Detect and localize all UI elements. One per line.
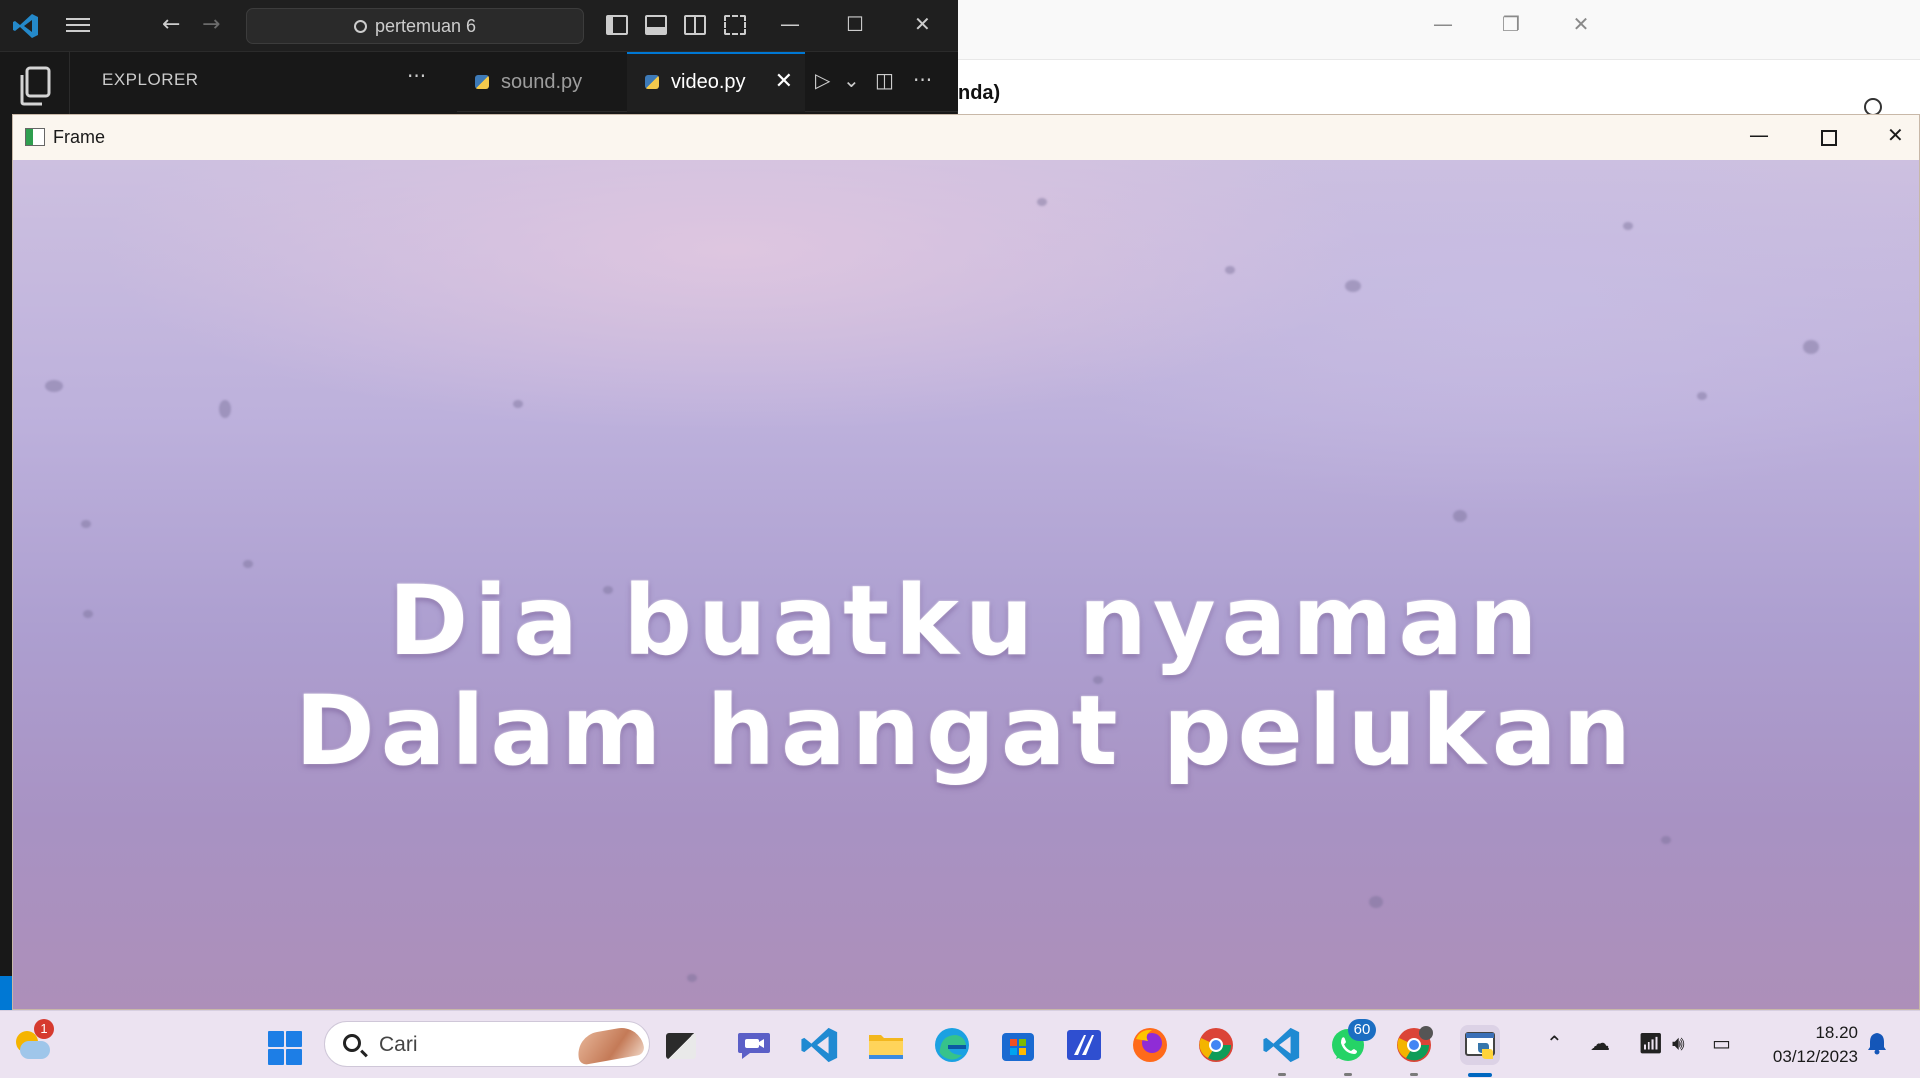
close-icon[interactable]: ✕ bbox=[1887, 123, 1904, 147]
volume-icon[interactable]: 🔊︎ bbox=[1672, 1031, 1685, 1055]
close-icon[interactable]: ✕ bbox=[1558, 8, 1604, 40]
unread-count-badge: 60 bbox=[1348, 1019, 1376, 1041]
windows-start-icon[interactable] bbox=[268, 1031, 302, 1065]
restore-icon[interactable]: ❐ bbox=[1488, 8, 1534, 40]
search-highlight-image bbox=[574, 1024, 646, 1066]
chrome-icon[interactable] bbox=[1196, 1025, 1236, 1065]
running-indicator bbox=[1278, 1073, 1286, 1076]
search-icon bbox=[343, 1034, 361, 1052]
notification-bell-icon[interactable] bbox=[1866, 1031, 1888, 1055]
run-dropdown-icon[interactable]: ⌄ bbox=[843, 68, 860, 92]
back-arrow-icon[interactable]: ← bbox=[162, 12, 180, 37]
frame-titlebar: Frame — ✕ bbox=[13, 115, 1919, 160]
ai-app-icon[interactable] bbox=[1064, 1025, 1104, 1065]
frame-window: Frame — ✕ Dia buatku nyaman Dalam hangat… bbox=[12, 114, 1920, 1010]
microsoft-store-icon[interactable] bbox=[998, 1025, 1038, 1065]
toggle-secondary-sidebar-icon[interactable] bbox=[684, 15, 706, 35]
minimize-icon[interactable]: — bbox=[780, 12, 800, 36]
file-explorer-icon[interactable] bbox=[866, 1025, 906, 1065]
explorer-files-icon[interactable] bbox=[18, 66, 52, 106]
background-window: — ❐ ✕ nda) bbox=[958, 0, 1920, 116]
firefox-icon[interactable] bbox=[1130, 1025, 1170, 1065]
explorer-title: EXPLORER bbox=[102, 70, 199, 89]
vscode-icon[interactable] bbox=[1262, 1025, 1302, 1076]
python-file-icon bbox=[475, 75, 489, 89]
frame-title: Frame bbox=[53, 127, 106, 147]
chrome-profile-icon[interactable] bbox=[1394, 1025, 1434, 1076]
system-clock[interactable]: 18.20 03/12/2023 bbox=[1752, 1021, 1858, 1069]
workspace-name: pertemuan 6 bbox=[374, 16, 477, 36]
maximize-icon[interactable]: ☐ bbox=[846, 12, 864, 36]
minimize-icon[interactable]: — bbox=[1420, 8, 1466, 40]
background-window-titlebar: — ❐ ✕ bbox=[958, 0, 1920, 60]
tab-label: sound.py bbox=[501, 71, 583, 93]
vscode-titlebar: ← → pertemuan 6 — ☐ ✕ bbox=[0, 0, 958, 52]
search-placeholder: Cari bbox=[379, 1033, 418, 1056]
wifi-icon[interactable]: 📶︎ bbox=[1638, 1031, 1663, 1055]
tab-label: video.py bbox=[671, 71, 746, 93]
teams-icon[interactable] bbox=[734, 1025, 774, 1065]
battery-icon[interactable]: ▭ bbox=[1712, 1031, 1731, 1055]
hamburger-menu-icon[interactable] bbox=[66, 14, 90, 38]
forward-arrow-icon[interactable]: → bbox=[202, 12, 220, 37]
task-view-icon[interactable] bbox=[666, 1033, 696, 1059]
notification-badge: 1 bbox=[34, 1019, 54, 1039]
lyrics-line-1: Dia buatku nyaman bbox=[388, 565, 1544, 677]
vscode-logo-icon bbox=[13, 14, 38, 38]
taskbar: 1 Cari 60 ⌃ ☁ 📶︎ 🔊︎ ▭ 18.20 03/12/2023 bbox=[0, 1010, 1920, 1078]
video-frame: Dia buatku nyaman Dalam hangat pelukan bbox=[13, 160, 1919, 1009]
maximize-icon[interactable] bbox=[1821, 130, 1837, 146]
onedrive-icon[interactable]: ☁ bbox=[1590, 1031, 1610, 1055]
lyrics-line-2: Dalam hangat pelukan bbox=[295, 675, 1637, 787]
editor-tab-bar: sound.py video.py ✕ ▷ ⌄ ◫ ··· bbox=[457, 52, 958, 112]
background-window-text: nda) bbox=[958, 82, 1001, 104]
toggle-sidebar-icon[interactable] bbox=[606, 15, 628, 35]
customize-layout-icon[interactable] bbox=[724, 15, 746, 35]
activity-indicator bbox=[0, 976, 12, 1010]
more-actions-icon[interactable]: ··· bbox=[913, 68, 932, 92]
search-icon bbox=[353, 20, 367, 33]
taskbar-search-box[interactable]: Cari bbox=[324, 1021, 650, 1067]
more-actions-icon[interactable]: ··· bbox=[407, 64, 426, 88]
clock-date: 03/12/2023 bbox=[1772, 1047, 1858, 1066]
active-indicator bbox=[1468, 1073, 1492, 1077]
python-file-icon bbox=[645, 75, 659, 89]
vscode-icon[interactable] bbox=[800, 1025, 840, 1065]
minimize-icon[interactable]: — bbox=[1749, 123, 1769, 147]
toggle-panel-icon[interactable] bbox=[645, 15, 667, 35]
python-icon[interactable] bbox=[1460, 1025, 1500, 1077]
clock-time: 18.20 bbox=[1815, 1023, 1858, 1042]
close-tab-icon[interactable]: ✕ bbox=[775, 54, 793, 110]
close-icon[interactable]: ✕ bbox=[914, 12, 931, 36]
tab-video-py[interactable]: video.py ✕ bbox=[627, 52, 805, 112]
split-editor-icon[interactable]: ◫ bbox=[875, 68, 894, 92]
explorer-sidebar: EXPLORER ··· bbox=[71, 52, 457, 112]
show-hidden-icons-chevron-icon[interactable]: ⌃ bbox=[1546, 1031, 1563, 1055]
weather-widget-icon[interactable]: 1 bbox=[12, 1019, 54, 1063]
running-indicator bbox=[1344, 1073, 1352, 1076]
command-center-search[interactable]: pertemuan 6 bbox=[246, 8, 584, 44]
run-icon[interactable]: ▷ bbox=[815, 68, 830, 92]
frame-app-icon bbox=[25, 128, 45, 146]
edge-icon[interactable] bbox=[932, 1025, 972, 1065]
tab-sound-py[interactable]: sound.py bbox=[457, 52, 611, 112]
running-indicator bbox=[1410, 1073, 1418, 1076]
